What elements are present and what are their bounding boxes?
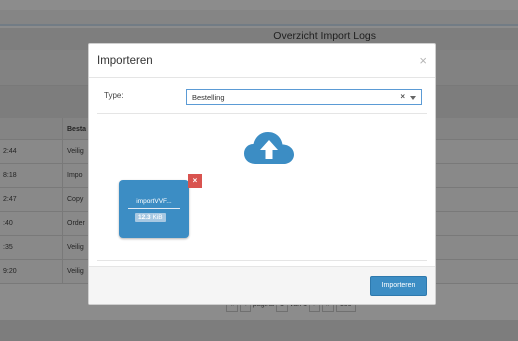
- type-select-value: Bestelling: [192, 93, 225, 102]
- divider: [97, 113, 427, 114]
- file-dropzone[interactable]: importVVF... 12.3 KiB ×: [97, 116, 427, 260]
- import-button[interactable]: Importeren: [370, 276, 427, 296]
- close-icon[interactable]: ×: [419, 54, 427, 67]
- file-name: importVVF...: [136, 198, 172, 205]
- file-size-value: 12.3: [138, 214, 151, 221]
- cloud-upload-icon: [244, 132, 294, 164]
- file-divider: [128, 208, 180, 209]
- modal-header: Importeren ×: [89, 44, 435, 78]
- modal-title: Importeren: [97, 55, 153, 67]
- remove-file-icon[interactable]: ×: [188, 174, 202, 188]
- modal-footer: Importeren: [89, 266, 435, 304]
- type-select[interactable]: Bestelling ×: [186, 89, 422, 105]
- file-size-unit: KiB: [152, 214, 163, 221]
- chevron-down-icon[interactable]: [410, 96, 416, 100]
- divider: [97, 260, 427, 261]
- import-modal: Importeren × Type: Bestelling × importVV…: [88, 43, 436, 305]
- file-size: 12.3 KiB: [135, 213, 166, 222]
- file-preview[interactable]: importVVF... 12.3 KiB: [119, 180, 189, 238]
- type-label: Type:: [104, 91, 124, 100]
- clear-selection-icon[interactable]: ×: [400, 92, 405, 101]
